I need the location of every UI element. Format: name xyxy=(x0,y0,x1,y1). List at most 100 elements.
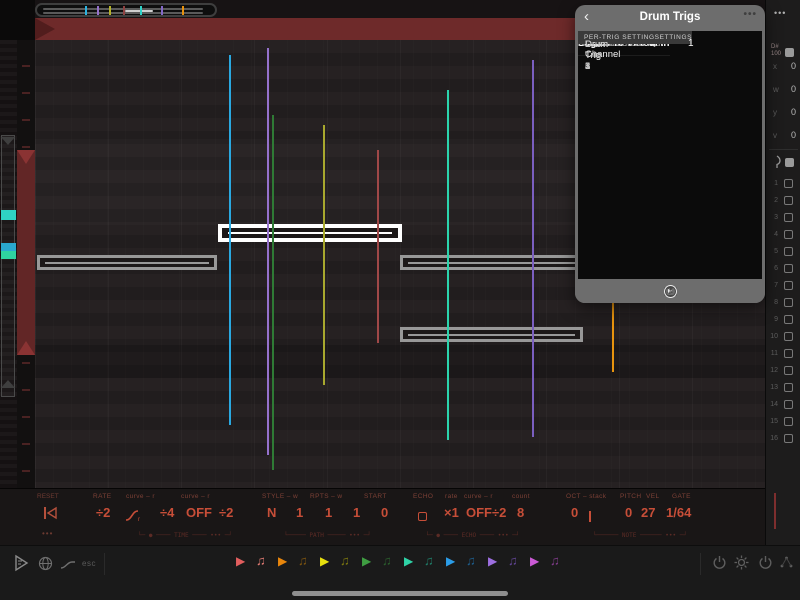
overview-playhead-tick xyxy=(140,6,142,15)
power-icon[interactable] xyxy=(712,555,727,570)
step-checkbox[interactable] xyxy=(784,179,793,188)
popup-header: ‹ Drum Trigs ••• xyxy=(575,5,765,31)
step-checkbox[interactable] xyxy=(784,247,793,256)
play-outline-icon[interactable] xyxy=(12,554,30,572)
zoom-bottom-handle[interactable] xyxy=(17,341,35,355)
step-checkbox[interactable] xyxy=(784,383,793,392)
note-bar[interactable] xyxy=(37,255,217,270)
playhead-note-icon[interactable]: ♫ xyxy=(466,553,476,568)
note-inner-line xyxy=(408,261,575,264)
pitch-value[interactable]: 0 xyxy=(625,505,632,520)
curve-r-label-1: curve – r xyxy=(126,493,155,500)
note-bar[interactable] xyxy=(400,327,583,342)
playhead-play-icon[interactable]: ▶ xyxy=(236,554,245,568)
rpts-value-1[interactable]: 1 xyxy=(296,505,303,520)
reset-more-button[interactable]: ••• xyxy=(42,529,53,538)
zoom-top-handle[interactable] xyxy=(17,150,35,164)
per-trig-label: Drum Trig 5 xyxy=(585,39,609,72)
step-checkbox[interactable] xyxy=(784,400,793,409)
echo-rate-label: rate xyxy=(445,493,458,500)
step-checkbox[interactable] xyxy=(784,332,793,341)
step-checkbox[interactable] xyxy=(784,417,793,426)
playhead-note-icon[interactable]: ♫ xyxy=(382,553,392,568)
oct-value[interactable]: 0 xyxy=(571,505,578,520)
svg-text:r: r xyxy=(138,517,140,522)
playhead-line xyxy=(377,150,379,343)
echo-curve-value[interactable]: OFF xyxy=(466,505,492,520)
style-value[interactable]: N xyxy=(267,505,276,520)
playhead-play-icon[interactable]: ▶ xyxy=(488,554,497,568)
playhead-play-icon[interactable]: ▶ xyxy=(362,554,371,568)
playhead-note-icon[interactable]: ♫ xyxy=(256,553,266,568)
param-row: w0 xyxy=(766,79,800,102)
step-row: 12 xyxy=(766,363,800,380)
r-value[interactable]: ÷2 xyxy=(219,505,233,520)
note-footer[interactable]: └────── NOTE ────── ••• ─┘ xyxy=(560,532,720,539)
step-checkbox[interactable] xyxy=(784,213,793,222)
playhead-play-icon[interactable]: ▶ xyxy=(320,554,329,568)
param-label: w xyxy=(773,85,779,94)
time-footer[interactable]: └─ ● ──── TIME ──── ••• ─┘ xyxy=(95,532,275,539)
skip-back-icon[interactable] xyxy=(42,505,58,521)
popup-menu-button[interactable]: ••• xyxy=(743,9,757,20)
overview-playhead-tick xyxy=(85,6,87,15)
playhead-note-icon[interactable]: ♫ xyxy=(424,553,434,568)
step-checkbox[interactable] xyxy=(784,281,793,290)
pattern-overview[interactable] xyxy=(35,3,217,17)
step-checkbox[interactable] xyxy=(784,366,793,375)
step-checkbox[interactable] xyxy=(784,264,793,273)
playhead-play-icon[interactable]: ▶ xyxy=(404,554,413,568)
parameter-bar: RESET ••• RATE curve – r curve – r ÷2 r … xyxy=(0,488,800,545)
vertical-zoom-slider[interactable] xyxy=(17,40,35,488)
step-checkbox[interactable] xyxy=(784,434,793,443)
home-indicator[interactable] xyxy=(292,591,508,596)
curve-icon[interactable]: r xyxy=(125,509,143,522)
playhead-start-marker[interactable] xyxy=(35,18,55,40)
step-checkbox[interactable] xyxy=(784,196,793,205)
rpts-value-3[interactable]: 1 xyxy=(353,505,360,520)
power-icon-2[interactable] xyxy=(758,555,773,570)
echo-curve-label: curve – r xyxy=(464,493,493,500)
echo-count-value[interactable]: 8 xyxy=(517,505,524,520)
vel-value[interactable]: 27 xyxy=(641,505,655,520)
step-checkbox[interactable] xyxy=(784,315,793,324)
note-bar-selected[interactable] xyxy=(218,224,402,242)
step-row: 11 xyxy=(766,346,800,363)
playhead-play-icon[interactable]: ▶ xyxy=(278,554,287,568)
esc-button[interactable]: esc xyxy=(82,559,96,568)
step-checkbox[interactable] xyxy=(784,349,793,358)
red-grip-handle[interactable] xyxy=(774,493,792,529)
curve-off-value[interactable]: OFF xyxy=(186,505,212,520)
side-menu-button[interactable]: ••• xyxy=(774,8,786,18)
app-window: ‹ Drum Trigs ••• MIDI DESTINATION FMRuba… xyxy=(0,0,800,600)
zoom-range-band[interactable] xyxy=(17,150,35,355)
gear-icon[interactable] xyxy=(734,555,749,570)
minimap-viewport[interactable] xyxy=(1,135,15,397)
start-value[interactable]: 0 xyxy=(381,505,388,520)
echo-checkbox[interactable] xyxy=(418,512,427,521)
rpts-value-2[interactable]: 1 xyxy=(325,505,332,520)
note-bar[interactable] xyxy=(400,255,583,270)
globe-icon[interactable] xyxy=(38,556,53,571)
playhead-note-icon[interactable]: ♫ xyxy=(550,553,560,568)
nodes-icon[interactable] xyxy=(779,555,794,570)
info-icon[interactable]: i xyxy=(669,286,672,297)
playhead-note-icon[interactable]: ♫ xyxy=(298,553,308,568)
path-footer[interactable]: └───── PATH ───── ••• ─┘ xyxy=(255,532,400,539)
curve-value-1[interactable]: ÷4 xyxy=(160,505,174,520)
playhead-play-icon[interactable]: ▶ xyxy=(446,554,455,568)
playhead-note-icon[interactable]: ♫ xyxy=(340,553,350,568)
clef-checkbox-checked[interactable] xyxy=(785,158,794,167)
curve-mode-icon[interactable] xyxy=(60,560,76,570)
playhead-play-icon[interactable]: ▶ xyxy=(530,554,539,568)
step-checkbox[interactable] xyxy=(784,298,793,307)
gate-value[interactable]: 1/64 xyxy=(666,505,691,520)
minimap-up-arrow-icon xyxy=(1,137,15,145)
step-checkbox[interactable] xyxy=(784,230,793,239)
pitch-minimap[interactable] xyxy=(0,40,17,488)
echo-r-value[interactable]: ÷2 xyxy=(492,505,506,520)
echo-footer[interactable]: └─ ● ──── ECHO ──── ••• ─┘ xyxy=(405,532,540,539)
rate-value[interactable]: ÷2 xyxy=(96,505,110,520)
echo-rate-value[interactable]: ×1 xyxy=(444,505,459,520)
playhead-note-icon[interactable]: ♫ xyxy=(508,553,518,568)
